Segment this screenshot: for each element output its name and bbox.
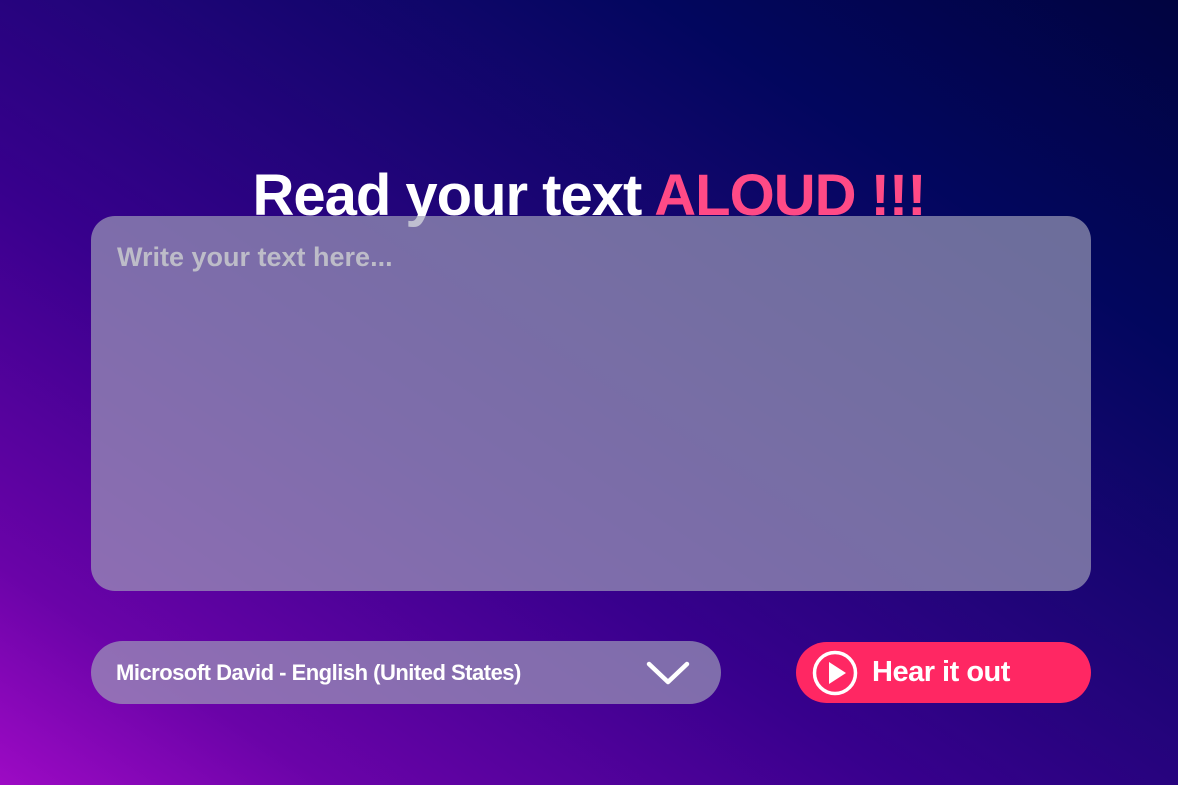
text-input[interactable] (91, 216, 1091, 591)
chevron-down-icon (646, 661, 690, 685)
hear-it-out-label: Hear it out (872, 656, 1010, 688)
app-background: { "header": { "title_main": "Read your t… (0, 0, 1178, 785)
hear-it-out-button[interactable]: Hear it out (796, 642, 1091, 703)
play-circle-icon (812, 650, 858, 695)
voice-select-value: Microsoft David - English (United States… (116, 659, 521, 685)
voice-select[interactable]: Microsoft David - English (United States… (91, 641, 721, 704)
